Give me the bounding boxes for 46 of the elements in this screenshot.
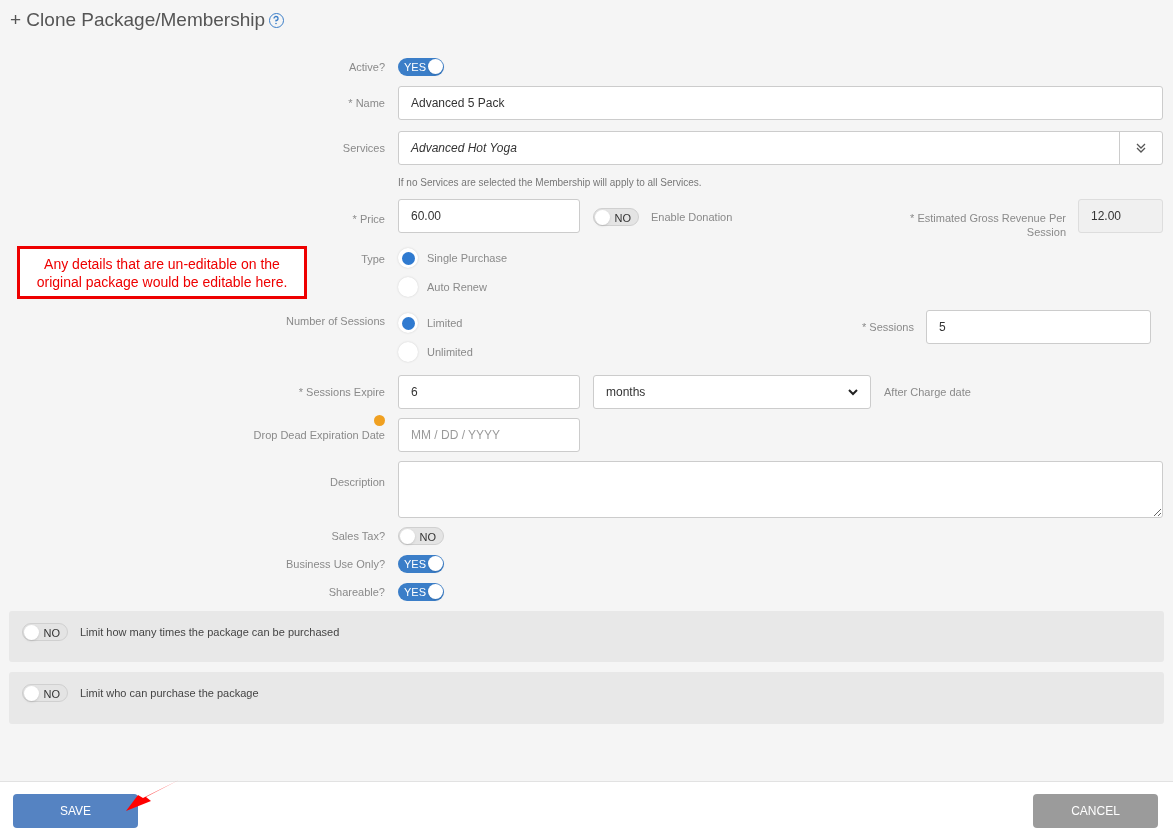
field-label: Sales Tax? bbox=[331, 528, 385, 544]
option-label: Limited bbox=[427, 315, 463, 331]
toggle-switch[interactable]: NO bbox=[22, 684, 68, 702]
field-label: * Name bbox=[348, 95, 385, 111]
save-button[interactable]: SAVE bbox=[13, 794, 138, 828]
field-label: * Sessions bbox=[862, 319, 914, 335]
toggle-switch[interactable]: NO bbox=[398, 527, 444, 545]
option-label: Single Purchase bbox=[427, 250, 508, 266]
unit-select[interactable]: months bbox=[593, 375, 871, 409]
field-label: Description bbox=[329, 475, 385, 490]
field-label: Business Use Only? bbox=[285, 556, 385, 572]
panel-label: Limit how many times the package can be purchased bbox=[80, 625, 340, 640]
radio-button[interactable] bbox=[398, 313, 418, 333]
toggle-switch[interactable]: NO bbox=[22, 623, 68, 641]
help-text: If no Services are selected the Membership will apply to all Services. bbox=[398, 177, 702, 188]
toggle-switch[interactable]: YES bbox=[398, 555, 444, 573]
input-field[interactable]: MM / DD / YYYY bbox=[398, 418, 580, 452]
field-label: Shareable? bbox=[328, 584, 385, 600]
toggle-switch[interactable]: YES bbox=[398, 583, 444, 601]
toggle-switch[interactable]: NO bbox=[593, 208, 639, 226]
field-label: Active? bbox=[348, 59, 385, 75]
radio-button[interactable] bbox=[398, 248, 418, 268]
chevron-icon bbox=[1136, 143, 1146, 153]
field-label: Number of Sessions bbox=[285, 314, 385, 329]
field-label: Type bbox=[361, 252, 385, 267]
panel-label: Limit who can purchase the package bbox=[80, 686, 259, 701]
field-label: After Charge date bbox=[884, 384, 971, 400]
input-field[interactable]: 6 bbox=[398, 375, 580, 409]
input-field[interactable]: 5 bbox=[926, 310, 1151, 344]
field-label: Drop Dead Expiration Date bbox=[253, 427, 385, 443]
toggle-switch[interactable]: YES bbox=[398, 58, 444, 76]
field-label: * Price bbox=[352, 212, 385, 227]
field-label: * Estimated Gross Revenue Per Session bbox=[909, 211, 1066, 239]
description-field[interactable] bbox=[398, 461, 1163, 518]
field-label: * Sessions Expire bbox=[298, 384, 385, 400]
option-label: Unlimited bbox=[427, 344, 473, 360]
option-label: Auto Renew bbox=[427, 279, 487, 295]
field-label: Services bbox=[342, 140, 385, 156]
annotation-note: Any details that are un-editable on the original package would be editable here. bbox=[17, 246, 307, 299]
input-field[interactable]: 60.00 bbox=[398, 199, 580, 233]
input-field[interactable]: Advanced 5 Pack bbox=[398, 86, 1163, 120]
page-title: + Clone Package/Membership bbox=[10, 7, 266, 32]
input-field[interactable]: 12.00 bbox=[1078, 199, 1163, 233]
chevron-icon bbox=[848, 388, 858, 396]
field-label: Enable Donation bbox=[651, 209, 733, 225]
services-select[interactable]: Advanced Hot Yoga bbox=[398, 131, 1163, 165]
